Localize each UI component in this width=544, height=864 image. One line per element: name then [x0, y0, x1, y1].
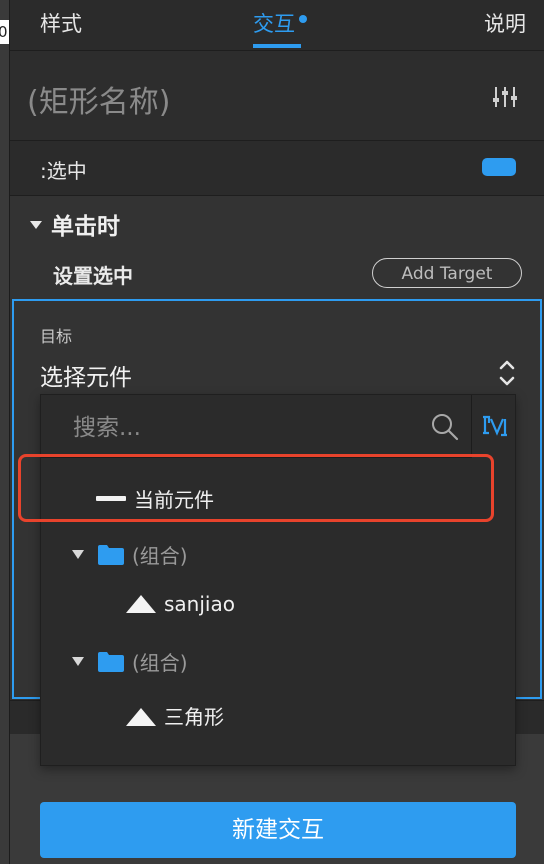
new-interaction-button[interactable]: 新建交互	[40, 802, 516, 858]
widget-dash-icon	[96, 496, 126, 501]
tree-item-label: sanjiao	[164, 592, 235, 616]
search-input[interactable]	[71, 413, 415, 443]
interaction-panel: 样式 交互 说明 (矩形名称) :选中 单击时 设置选中 Add Target …	[10, 0, 544, 864]
tree-item-current-widget[interactable]: 当前元件	[96, 484, 214, 513]
triangle-icon	[126, 708, 156, 726]
event-title: 单击时	[51, 214, 120, 240]
chevron-updown-icon[interactable]	[498, 356, 516, 390]
left-edge-text: 0	[0, 20, 9, 44]
highlight-annotation	[18, 454, 494, 522]
tab-interaction[interactable]: 交互	[253, 8, 307, 38]
target-caption: 目标	[40, 327, 73, 346]
folder-icon	[98, 652, 124, 672]
tree-item-group-2[interactable]: (组合)	[72, 647, 188, 676]
filter-icon[interactable]	[479, 413, 509, 439]
tree-item-label: (组合)	[132, 544, 188, 568]
tree-item-label: 三角形	[164, 705, 224, 729]
tree-item-sanjiao[interactable]: sanjiao	[126, 592, 235, 616]
event-header[interactable]: 单击时	[30, 207, 120, 241]
action-label: 设置选中	[53, 264, 133, 288]
active-tab-underline	[253, 44, 301, 48]
collapse-triangle-icon	[30, 221, 42, 229]
add-target-button[interactable]: Add Target	[372, 258, 522, 288]
tab-style[interactable]: 样式	[40, 8, 82, 38]
folder-icon	[98, 545, 124, 565]
tree-item-label: (组合)	[132, 651, 188, 675]
triangle-icon	[126, 595, 156, 613]
search-icon[interactable]	[431, 413, 459, 441]
selected-state-row: :选中	[10, 141, 544, 196]
tree-item-triangle[interactable]: 三角形	[126, 701, 224, 730]
widget-picker-dropdown	[40, 394, 516, 766]
sliders-icon[interactable]	[492, 85, 518, 109]
expand-triangle-icon[interactable]	[72, 550, 84, 559]
tab-interaction-label: 交互	[253, 12, 295, 36]
search-bar	[41, 395, 472, 458]
target-select[interactable]: 选择元件	[40, 358, 132, 392]
left-panel-edge: 0	[0, 0, 10, 864]
active-dot-icon	[299, 15, 307, 23]
expand-triangle-icon[interactable]	[72, 657, 84, 666]
tab-notes[interactable]: 说明	[484, 8, 526, 38]
tree-item-label: 当前元件	[134, 488, 214, 512]
tree-item-group-1[interactable]: (组合)	[72, 540, 188, 569]
tab-bar: 样式 交互 说明	[10, 0, 544, 51]
shape-name-field[interactable]: (矩形名称)	[27, 77, 170, 121]
shape-name-row: (矩形名称)	[10, 51, 544, 141]
selected-state-label: :选中	[40, 159, 87, 183]
selected-state-toggle[interactable]	[482, 158, 516, 176]
